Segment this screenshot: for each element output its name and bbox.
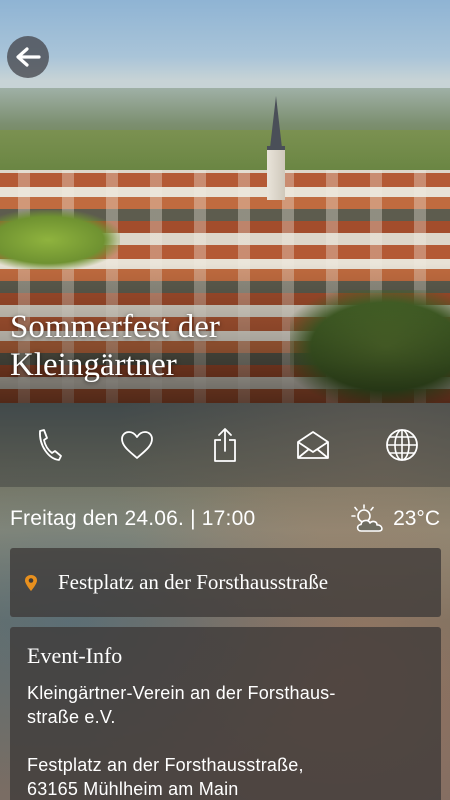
address-line-1: Festplatz an der Forsthausstraße, — [27, 755, 304, 775]
organizer-text: Kleingärtner-Verein an der Forsthaus- st… — [27, 681, 424, 729]
temperature: 23°C — [393, 507, 440, 530]
heart-icon — [120, 431, 153, 459]
date-weather-row: Freitag den 24.06. | 17:00 23°C — [0, 497, 450, 541]
share-button[interactable] — [195, 415, 255, 475]
event-info-heading: Event-Info — [27, 643, 123, 668]
event-title-line-1: Sommerfest der — [10, 309, 220, 345]
back-button[interactable] — [7, 36, 49, 78]
location-name: Festplatz an der Forsthausstraße — [58, 570, 329, 594]
share-icon — [214, 428, 236, 462]
website-button[interactable] — [372, 415, 432, 475]
address-text: Festplatz an der Forsthausstraße, 63165 … — [27, 753, 424, 800]
address-line-2: 63165 Mühlheim am Main — [27, 779, 239, 799]
globe-icon — [385, 429, 418, 461]
event-title: Sommerfest der Kleingärtner — [10, 308, 430, 384]
weather-info: 23°C — [351, 504, 440, 534]
call-button[interactable] — [18, 415, 78, 475]
action-bar — [0, 403, 450, 487]
event-info-card: Event-Info Kleingärtner-Verein an der Fo… — [10, 627, 441, 800]
email-button[interactable] — [283, 415, 343, 475]
arrow-left-icon — [16, 47, 41, 67]
mail-icon — [297, 431, 330, 459]
phone-icon — [39, 429, 63, 461]
favorite-button[interactable] — [107, 415, 167, 475]
organizer-line-2: straße e.V. — [27, 707, 116, 727]
partly-cloudy-icon — [351, 504, 383, 532]
event-date-time: Freitag den 24.06. | 17:00 — [10, 507, 256, 530]
organizer-line-1: Kleingärtner-Verein an der Forsthaus- — [27, 683, 336, 703]
event-title-line-2: Kleingärtner — [10, 347, 177, 383]
map-pin-icon — [25, 574, 37, 591]
hero-church-tower — [265, 96, 287, 200]
hero-greenery-left — [0, 210, 120, 270]
location-card[interactable]: Festplatz an der Forsthausstraße — [10, 548, 441, 617]
